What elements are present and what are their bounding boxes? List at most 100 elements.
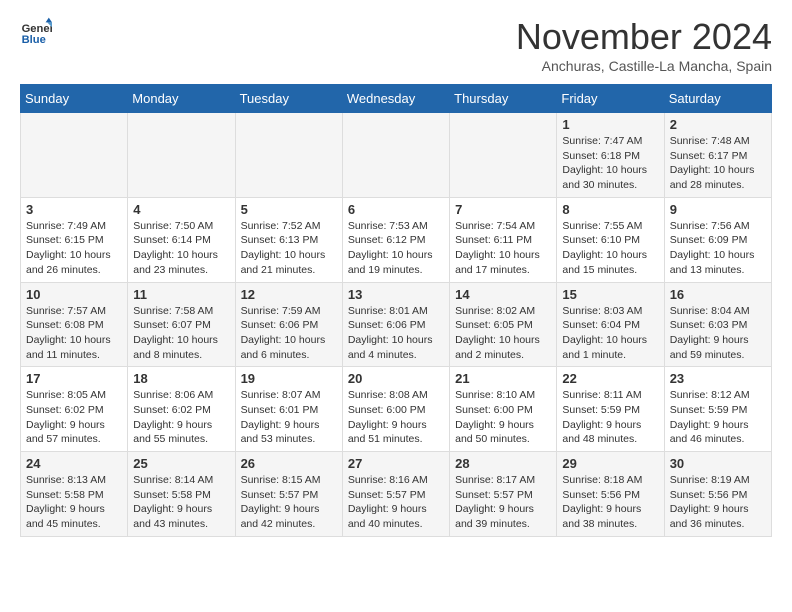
weekday-header-row: SundayMondayTuesdayWednesdayThursdayFrid… xyxy=(21,85,772,113)
cell-info: Sunrise: 8:17 AM Sunset: 5:57 PM Dayligh… xyxy=(455,473,551,532)
calendar-cell xyxy=(450,113,557,198)
cell-info: Sunrise: 8:07 AM Sunset: 6:01 PM Dayligh… xyxy=(241,388,337,447)
cell-info: Sunrise: 7:59 AM Sunset: 6:06 PM Dayligh… xyxy=(241,304,337,363)
day-number: 22 xyxy=(562,371,658,386)
calendar-cell: 3Sunrise: 7:49 AM Sunset: 6:15 PM Daylig… xyxy=(21,197,128,282)
calendar-cell: 8 Sunrise: 7:55 AM Sunset: 6:10 PM Daylig… xyxy=(557,197,664,282)
calendar-cell: 16 Sunrise: 8:04 AM Sunset: 6:03 PM Dayli… xyxy=(664,282,771,367)
calendar-table: SundayMondayTuesdayWednesdayThursdayFrid… xyxy=(20,84,772,537)
calendar-cell: 17Sunrise: 8:05 AM Sunset: 6:02 PM Dayli… xyxy=(21,367,128,452)
cell-info: Sunrise: 8:03 AM Sunset: 6:04 PM Dayligh… xyxy=(562,304,658,363)
day-number: 24 xyxy=(26,456,122,471)
calendar-cell: 28 Sunrise: 8:17 AM Sunset: 5:57 PM Dayli… xyxy=(450,452,557,537)
cell-info: Sunrise: 8:01 AM Sunset: 6:06 PM Dayligh… xyxy=(348,304,444,363)
cell-info: Sunrise: 8:15 AM Sunset: 5:57 PM Dayligh… xyxy=(241,473,337,532)
day-number: 1 xyxy=(562,117,658,132)
cell-info: Sunrise: 7:57 AM Sunset: 6:08 PM Dayligh… xyxy=(26,304,122,363)
weekday-header-thursday: Thursday xyxy=(450,85,557,113)
calendar-cell: 5 Sunrise: 7:52 AM Sunset: 6:13 PM Daylig… xyxy=(235,197,342,282)
calendar-cell xyxy=(342,113,449,198)
day-number: 27 xyxy=(348,456,444,471)
cell-info: Sunrise: 8:05 AM Sunset: 6:02 PM Dayligh… xyxy=(26,388,122,447)
day-number: 25 xyxy=(133,456,229,471)
day-number: 14 xyxy=(455,287,551,302)
logo-icon: General Blue xyxy=(20,16,52,48)
day-number: 5 xyxy=(241,202,337,217)
day-number: 2 xyxy=(670,117,766,132)
calendar-cell: 19 Sunrise: 8:07 AM Sunset: 6:01 PM Dayli… xyxy=(235,367,342,452)
calendar-cell: 26Sunrise: 8:15 AM Sunset: 5:57 PM Dayli… xyxy=(235,452,342,537)
week-row-5: 24Sunrise: 8:13 AM Sunset: 5:58 PM Dayli… xyxy=(21,452,772,537)
svg-text:General: General xyxy=(22,23,52,35)
calendar-cell xyxy=(128,113,235,198)
day-number: 12 xyxy=(241,287,337,302)
cell-info: Sunrise: 7:55 AM Sunset: 6:10 PM Dayligh… xyxy=(562,219,658,278)
cell-info: Sunrise: 7:47 AM Sunset: 6:18 PM Dayligh… xyxy=(562,134,658,193)
calendar-cell: 4Sunrise: 7:50 AM Sunset: 6:14 PM Daylig… xyxy=(128,197,235,282)
calendar-cell: 13 Sunrise: 8:01 AM Sunset: 6:06 PM Dayli… xyxy=(342,282,449,367)
day-number: 20 xyxy=(348,371,444,386)
calendar-cell: 22Sunrise: 8:11 AM Sunset: 5:59 PM Dayli… xyxy=(557,367,664,452)
calendar-cell: 12 Sunrise: 7:59 AM Sunset: 6:06 PM Dayli… xyxy=(235,282,342,367)
calendar-cell xyxy=(21,113,128,198)
cell-info: Sunrise: 8:04 AM Sunset: 6:03 PM Dayligh… xyxy=(670,304,766,363)
day-number: 6 xyxy=(348,202,444,217)
day-number: 18 xyxy=(133,371,229,386)
cell-info: Sunrise: 8:06 AM Sunset: 6:02 PM Dayligh… xyxy=(133,388,229,447)
day-number: 19 xyxy=(241,371,337,386)
day-number: 10 xyxy=(26,287,122,302)
calendar-cell: 14 Sunrise: 8:02 AM Sunset: 6:05 PM Dayli… xyxy=(450,282,557,367)
calendar-cell: 1 Sunrise: 7:47 AM Sunset: 6:18 PM Daylig… xyxy=(557,113,664,198)
calendar-cell: 10 Sunrise: 7:57 AM Sunset: 6:08 PM Dayli… xyxy=(21,282,128,367)
month-title: November 2024 xyxy=(516,16,772,58)
day-number: 9 xyxy=(670,202,766,217)
calendar-cell: 20 Sunrise: 8:08 AM Sunset: 6:00 PM Dayli… xyxy=(342,367,449,452)
calendar-cell: 18 Sunrise: 8:06 AM Sunset: 6:02 PM Dayli… xyxy=(128,367,235,452)
week-row-3: 10 Sunrise: 7:57 AM Sunset: 6:08 PM Dayli… xyxy=(21,282,772,367)
weekday-header-friday: Friday xyxy=(557,85,664,113)
week-row-1: 1 Sunrise: 7:47 AM Sunset: 6:18 PM Daylig… xyxy=(21,113,772,198)
cell-info: Sunrise: 8:10 AM Sunset: 6:00 PM Dayligh… xyxy=(455,388,551,447)
calendar-cell: 30Sunrise: 8:19 AM Sunset: 5:56 PM Dayli… xyxy=(664,452,771,537)
calendar-cell: 6 Sunrise: 7:53 AM Sunset: 6:12 PM Daylig… xyxy=(342,197,449,282)
day-number: 7 xyxy=(455,202,551,217)
calendar-cell: 11 Sunrise: 7:58 AM Sunset: 6:07 PM Dayli… xyxy=(128,282,235,367)
cell-info: Sunrise: 8:02 AM Sunset: 6:05 PM Dayligh… xyxy=(455,304,551,363)
cell-info: Sunrise: 8:16 AM Sunset: 5:57 PM Dayligh… xyxy=(348,473,444,532)
week-row-2: 3Sunrise: 7:49 AM Sunset: 6:15 PM Daylig… xyxy=(21,197,772,282)
day-number: 11 xyxy=(133,287,229,302)
day-number: 16 xyxy=(670,287,766,302)
cell-info: Sunrise: 7:52 AM Sunset: 6:13 PM Dayligh… xyxy=(241,219,337,278)
day-number: 21 xyxy=(455,371,551,386)
day-number: 4 xyxy=(133,202,229,217)
cell-info: Sunrise: 8:18 AM Sunset: 5:56 PM Dayligh… xyxy=(562,473,658,532)
calendar-cell: 23Sunrise: 8:12 AM Sunset: 5:59 PM Dayli… xyxy=(664,367,771,452)
cell-info: Sunrise: 8:14 AM Sunset: 5:58 PM Dayligh… xyxy=(133,473,229,532)
calendar-cell: 15 Sunrise: 8:03 AM Sunset: 6:04 PM Dayli… xyxy=(557,282,664,367)
day-number: 8 xyxy=(562,202,658,217)
calendar-cell xyxy=(235,113,342,198)
day-number: 28 xyxy=(455,456,551,471)
day-number: 15 xyxy=(562,287,658,302)
logo: General Blue xyxy=(20,16,52,48)
day-number: 13 xyxy=(348,287,444,302)
calendar-cell: 24Sunrise: 8:13 AM Sunset: 5:58 PM Dayli… xyxy=(21,452,128,537)
weekday-header-wednesday: Wednesday xyxy=(342,85,449,113)
day-number: 23 xyxy=(670,371,766,386)
calendar-cell: 21 Sunrise: 8:10 AM Sunset: 6:00 PM Dayli… xyxy=(450,367,557,452)
weekday-header-tuesday: Tuesday xyxy=(235,85,342,113)
calendar-cell: 9Sunrise: 7:56 AM Sunset: 6:09 PM Daylig… xyxy=(664,197,771,282)
day-number: 30 xyxy=(670,456,766,471)
cell-info: Sunrise: 7:49 AM Sunset: 6:15 PM Dayligh… xyxy=(26,219,122,278)
page-header: General Blue November 2024 Anchuras, Cas… xyxy=(20,16,772,74)
week-row-4: 17Sunrise: 8:05 AM Sunset: 6:02 PM Dayli… xyxy=(21,367,772,452)
calendar-cell: 29Sunrise: 8:18 AM Sunset: 5:56 PM Dayli… xyxy=(557,452,664,537)
calendar-cell: 25 Sunrise: 8:14 AM Sunset: 5:58 PM Dayli… xyxy=(128,452,235,537)
cell-info: Sunrise: 8:08 AM Sunset: 6:00 PM Dayligh… xyxy=(348,388,444,447)
cell-info: Sunrise: 7:58 AM Sunset: 6:07 PM Dayligh… xyxy=(133,304,229,363)
title-block: November 2024 Anchuras, Castille-La Manc… xyxy=(516,16,772,74)
cell-info: Sunrise: 7:54 AM Sunset: 6:11 PM Dayligh… xyxy=(455,219,551,278)
svg-text:Blue: Blue xyxy=(22,34,46,46)
calendar-cell: 7 Sunrise: 7:54 AM Sunset: 6:11 PM Daylig… xyxy=(450,197,557,282)
cell-info: Sunrise: 7:53 AM Sunset: 6:12 PM Dayligh… xyxy=(348,219,444,278)
